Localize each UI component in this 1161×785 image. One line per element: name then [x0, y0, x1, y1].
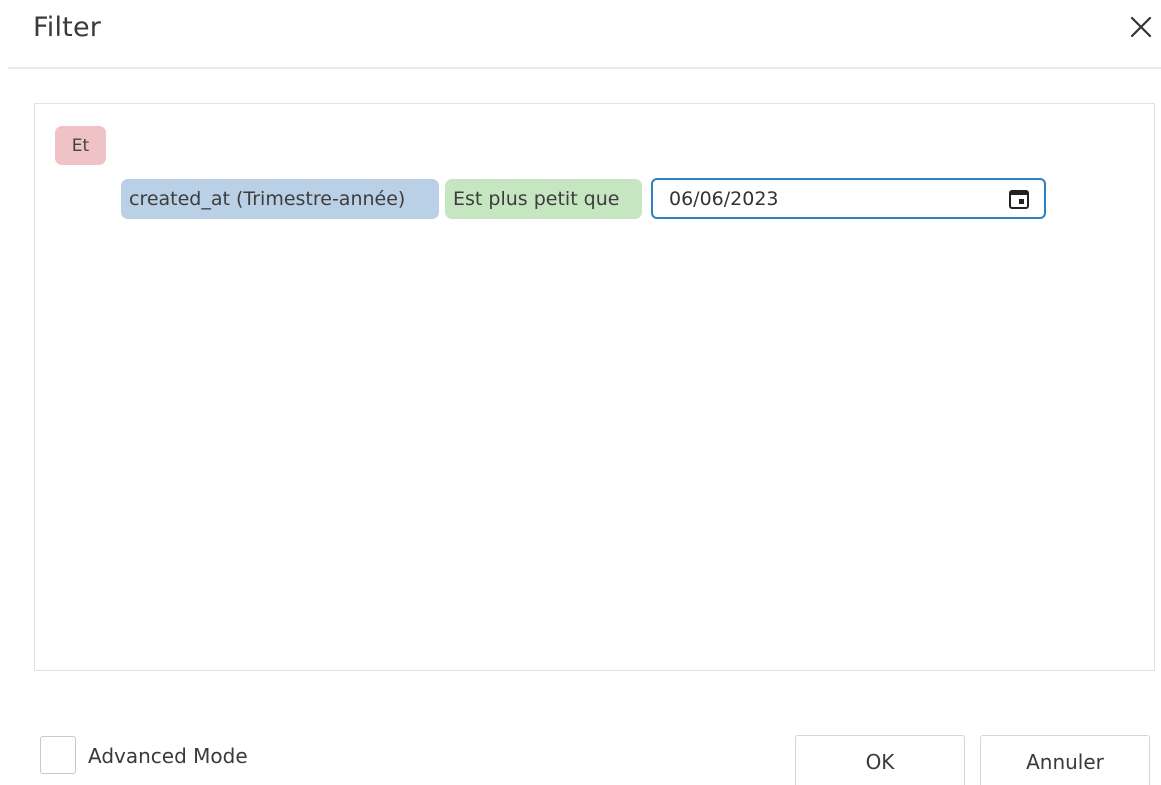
group-operator-badge[interactable]: Et: [55, 126, 106, 165]
close-icon: [1129, 15, 1153, 43]
advanced-mode-checkbox[interactable]: [40, 736, 76, 774]
filter-dialog: Filter Et created_at (Trimestre-année) E…: [0, 0, 1161, 785]
filter-condition-row: created_at (Trimestre-année) Est plus pe…: [121, 178, 1046, 219]
calendar-icon[interactable]: [1006, 186, 1032, 212]
condition-date-value: 06/06/2023: [669, 187, 779, 210]
advanced-mode-label: Advanced Mode: [88, 744, 248, 768]
condition-operator-chip[interactable]: Est plus petit que: [445, 178, 642, 219]
ok-button[interactable]: OK: [795, 735, 965, 785]
condition-date-input[interactable]: 06/06/2023: [651, 178, 1046, 219]
title-divider: [8, 67, 1161, 69]
condition-field-chip[interactable]: created_at (Trimestre-année): [121, 178, 439, 219]
filter-builder-panel: Et created_at (Trimestre-année) Est plus…: [34, 103, 1155, 671]
dialog-title: Filter: [33, 12, 102, 43]
cancel-button[interactable]: Annuler: [980, 735, 1150, 785]
close-button[interactable]: [1124, 12, 1158, 46]
